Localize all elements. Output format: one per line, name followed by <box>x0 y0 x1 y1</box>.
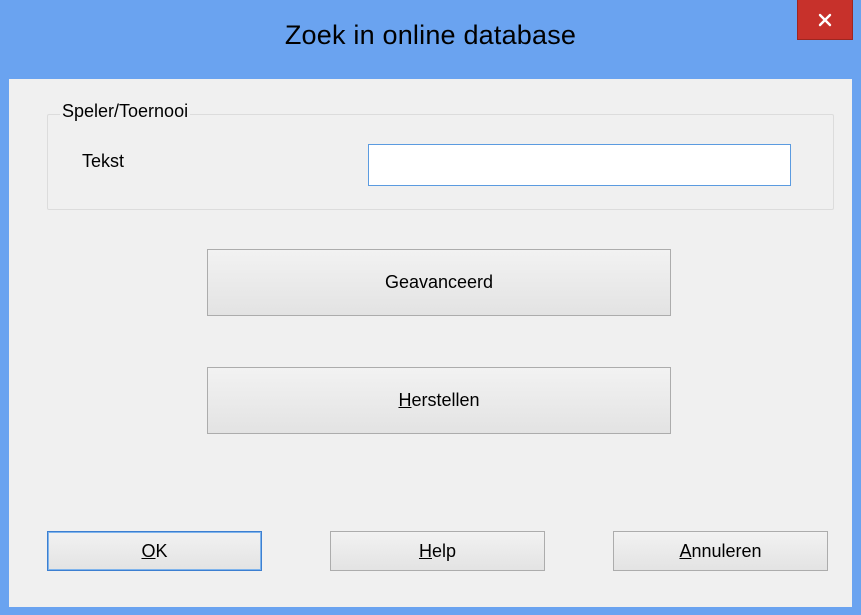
help-mnemonic: H <box>418 540 432 561</box>
reset-button-label: Herstellen <box>398 390 479 411</box>
help-button[interactable]: Help <box>330 531 545 571</box>
advanced-button-label: Geavanceerd <box>384 272 494 292</box>
close-icon <box>818 13 832 27</box>
reset-mnemonic: H <box>398 390 412 410</box>
group-label: Speler/Toernooi <box>60 101 191 122</box>
speler-toernooi-group: Speler/Toernooi Tekst <box>47 101 834 210</box>
cancel-button[interactable]: Annuleren <box>613 531 828 571</box>
tekst-input[interactable] <box>368 144 791 186</box>
reset-button[interactable]: Herstellen <box>207 367 671 434</box>
help-label-rest: elp <box>431 540 457 561</box>
cancel-label-rest: nnuleren <box>691 540 762 561</box>
ok-button[interactable]: OK <box>47 531 262 571</box>
ok-button-label: OK <box>141 541 167 562</box>
reset-label-rest: erstellen <box>411 390 480 410</box>
advanced-button[interactable]: Geavanceerd <box>207 249 671 316</box>
ok-label-rest: K <box>155 540 168 561</box>
title-bar[interactable]: Zoek in online database <box>0 0 861 80</box>
dialog-title: Zoek in online database <box>284 20 577 50</box>
cancel-button-label: Annuleren <box>679 541 761 562</box>
ok-mnemonic: O <box>141 540 156 561</box>
help-button-label: Help <box>419 541 456 562</box>
tekst-label: Tekst <box>82 151 125 171</box>
dialog-window: Zoek in online database Speler/Toernooi … <box>0 0 861 615</box>
cancel-mnemonic: A <box>679 540 692 561</box>
close-button[interactable] <box>797 0 853 40</box>
dialog-client-area: Speler/Toernooi Tekst Geavanceerd Herste… <box>9 79 852 607</box>
